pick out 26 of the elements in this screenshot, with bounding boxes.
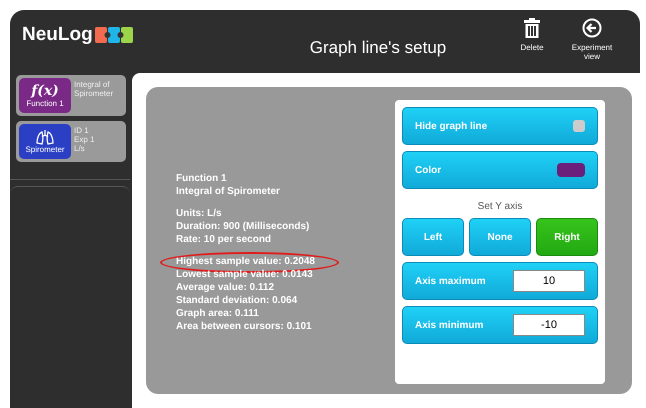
info-text: Highest sample value: 0.2048	[176, 256, 315, 266]
section-label: Set Y axis	[476, 201, 524, 212]
lungs-icon	[36, 129, 54, 145]
info-text: Units: L/s	[176, 208, 222, 218]
function-badge: f(x) Function 1	[19, 78, 71, 113]
trash-icon	[524, 18, 540, 38]
field-label: Axis minimum	[415, 320, 484, 330]
sensor-badge: Spirometer	[19, 124, 71, 159]
info-text: Standard deviation: 0.064	[176, 294, 298, 306]
delete-button[interactable]: Delete	[504, 18, 560, 62]
page-title: Graph line's setup	[308, 37, 448, 58]
sensor-card[interactable]: Spirometer ID 1 Exp 1 L/s	[16, 121, 126, 162]
info-text: Rate: 10 per second	[176, 234, 272, 244]
experiment-view-button[interactable]: Experiment view	[564, 18, 620, 62]
logo-icon	[94, 26, 133, 44]
input-field[interactable]: 10	[513, 270, 585, 292]
input-field[interactable]: -10	[513, 314, 585, 336]
info-text: Graph area: 0.111	[176, 308, 259, 318]
info-text: Duration: 900 (Milliseconds)	[176, 220, 310, 232]
field-label: Axis maximum	[415, 276, 486, 286]
logo-text: NeuLog	[22, 24, 93, 46]
info-text: Integral of Spirometer	[176, 186, 280, 196]
info-text: Area between cursors: 0.101	[176, 320, 312, 332]
info-text: Function 1	[176, 172, 227, 184]
info-text: Average value: 0.112	[176, 282, 274, 292]
sensor-card[interactable]: f(x) Function 1 Integral of Spirometer	[16, 75, 126, 116]
